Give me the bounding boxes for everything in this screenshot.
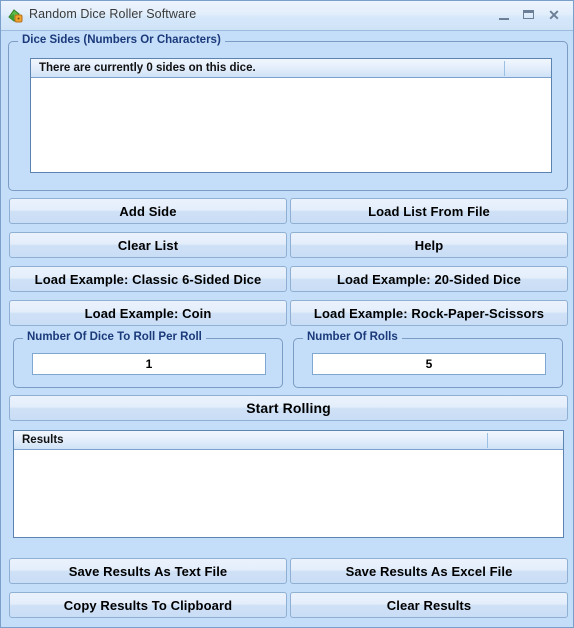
minimize-button[interactable] [493,5,515,25]
results-list-body[interactable] [14,450,563,537]
dice-sides-group-title: Dice Sides (Numbers Or Characters) [18,34,225,46]
dice-per-roll-group-title: Number Of Dice To Roll Per Roll [23,331,206,343]
number-of-rolls-group-title: Number Of Rolls [303,331,402,343]
dice-sides-list-body[interactable] [31,78,551,172]
dice-sides-group: Dice Sides (Numbers Or Characters) There… [8,34,568,191]
dice-per-roll-input[interactable] [32,353,266,375]
load-list-from-file-button[interactable]: Load List From File [290,198,568,224]
results-column-0[interactable]: Results [14,431,484,449]
dice-sides-column-0[interactable]: There are currently 0 sides on this dice… [31,59,501,77]
clear-results-button[interactable]: Clear Results [290,592,568,618]
maximize-icon [523,10,534,19]
results-list-header: Results [14,431,563,450]
help-button[interactable]: Help [290,232,568,258]
start-rolling-button[interactable]: Start Rolling [9,395,568,421]
close-button[interactable]: ✕ [543,5,565,25]
title-bar: Random Dice Roller Software ✕ [1,1,573,31]
application-window: Random Dice Roller Software ✕ Dice Sides… [0,0,574,628]
number-of-rolls-group: Number Of Rolls [293,331,563,388]
copy-results-to-clipboard-button[interactable]: Copy Results To Clipboard [9,592,287,618]
dice-sides-listview[interactable]: There are currently 0 sides on this dice… [30,58,552,173]
load-example-rock-paper-scissors-button[interactable]: Load Example: Rock-Paper-Scissors [290,300,568,326]
dice-per-roll-group: Number Of Dice To Roll Per Roll [13,331,283,388]
add-side-button[interactable]: Add Side [9,198,287,224]
save-results-as-excel-file-button[interactable]: Save Results As Excel File [290,558,568,584]
number-of-rolls-input[interactable] [312,353,546,375]
load-example-classic-6-sided-dice-button[interactable]: Load Example: Classic 6-Sided Dice [9,266,287,292]
save-results-as-text-file-button[interactable]: Save Results As Text File [9,558,287,584]
results-column-1[interactable] [488,431,563,449]
window-title: Random Dice Roller Software [29,7,197,21]
results-listview[interactable]: Results [13,430,564,538]
load-example-coin-button[interactable]: Load Example: Coin [9,300,287,326]
dice-sides-list-header: There are currently 0 sides on this dice… [31,59,551,78]
minimize-icon [499,18,509,20]
maximize-button[interactable] [518,5,540,25]
load-example-20-sided-dice-button[interactable]: Load Example: 20-Sided Dice [290,266,568,292]
clear-list-button[interactable]: Clear List [9,232,287,258]
dice-app-icon [8,8,24,24]
dice-sides-column-1[interactable] [505,59,551,77]
